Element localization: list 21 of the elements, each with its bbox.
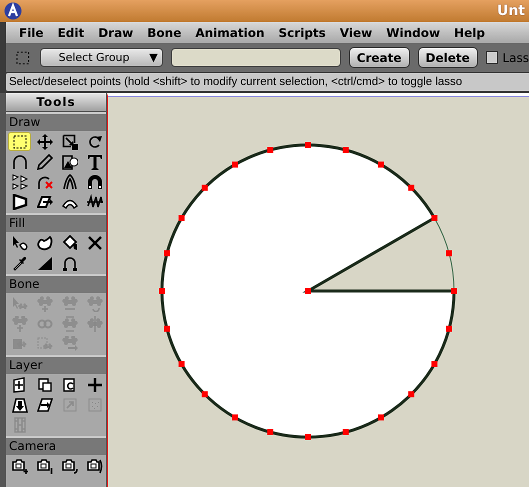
- action-button[interactable]: Delete: [418, 47, 478, 68]
- menu-item[interactable]: Help: [447, 26, 492, 40]
- action-button[interactable]: Create: [348, 47, 410, 68]
- panel-title: Tools: [6, 93, 106, 112]
- status-text: Select/deselect points (hold <shift> to modify current selection, <ctrl/cmd> to toggle lasso: [9, 76, 462, 88]
- group-dropdown[interactable]: Select Group ▼: [40, 48, 163, 67]
- tool-group-header: Draw: [6, 112, 106, 131]
- tool-group-header: Layer: [6, 355, 106, 374]
- tool-group-header: Camera: [6, 436, 106, 455]
- lasso-label: Lass: [502, 50, 529, 64]
- window-title: Unt: [496, 3, 525, 19]
- menu-item[interactable]: Bone: [140, 26, 188, 40]
- menu-item[interactable]: Scripts: [272, 26, 333, 40]
- menu-item[interactable]: Animation: [188, 26, 272, 40]
- menu-item[interactable]: Draw: [91, 26, 140, 40]
- tool-group-header: Fill: [6, 213, 106, 232]
- menu-item[interactable]: View: [332, 26, 380, 40]
- menu-item[interactable]: Edit: [50, 26, 92, 40]
- menu-item[interactable]: Window: [379, 26, 448, 40]
- tool-group-header: Bone: [6, 274, 106, 293]
- menu-item[interactable]: File: [12, 26, 51, 40]
